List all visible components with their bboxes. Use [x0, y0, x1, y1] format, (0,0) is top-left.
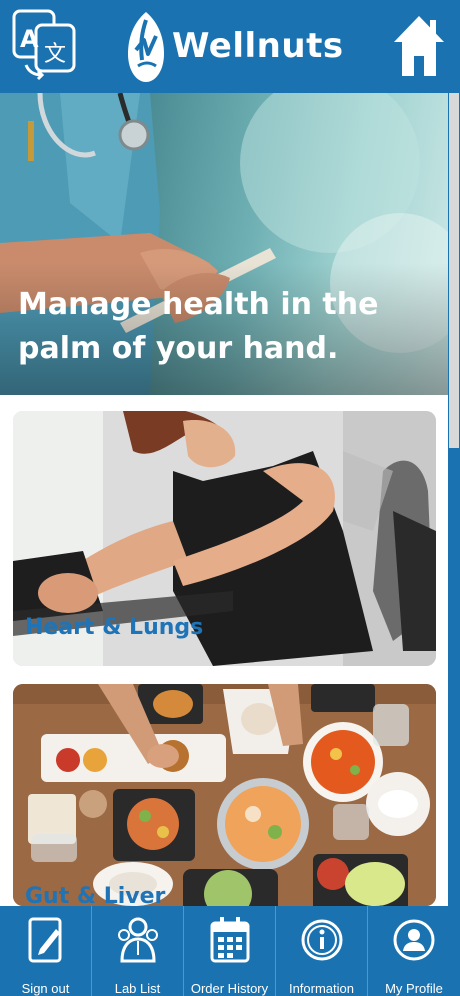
sign-out-icon — [28, 917, 61, 963]
nav-information[interactable]: Information — [276, 906, 368, 996]
scrollbar-thumb[interactable] — [449, 93, 459, 448]
brand-logo: Wellnuts — [126, 10, 343, 86]
card-title: Gut & Liver — [25, 884, 166, 906]
home-icon — [394, 16, 444, 76]
nav-label: My Profile — [385, 981, 443, 996]
food-table-image — [13, 684, 436, 906]
home-button[interactable] — [392, 12, 446, 78]
wellnuts-logo-icon — [128, 12, 164, 82]
nav-label: Order History — [190, 981, 269, 996]
svg-text:A: A — [20, 25, 39, 53]
nav-label: Information — [288, 981, 355, 996]
content-scroll-area[interactable]: Manage health in the palm of your hand. — [0, 93, 448, 906]
svg-text:文: 文 — [44, 42, 66, 67]
hero-headline: Manage health in the palm of your hand. — [18, 287, 379, 366]
lab-list-icon — [117, 917, 158, 963]
category-card-gut-liver[interactable]: Gut & Liver — [13, 684, 436, 906]
brand-name: Wellnuts — [172, 26, 344, 66]
bottom-navigation: Sign out Lab List Order History Informat… — [0, 906, 460, 996]
calendar-icon — [210, 917, 249, 963]
hero-banner: Manage health in the palm of your hand. — [0, 93, 448, 395]
category-card-heart-lungs[interactable]: Heart & Lungs — [13, 411, 436, 666]
nav-label: Lab List — [114, 981, 161, 996]
card-title: Heart & Lungs — [25, 615, 204, 640]
translate-icon: A 文 — [12, 9, 76, 81]
translate-button[interactable]: A 文 — [10, 7, 78, 85]
nav-lab-list[interactable]: Lab List — [92, 906, 184, 996]
nav-label: Sign out — [21, 981, 70, 996]
nav-order-history[interactable]: Order History — [184, 906, 276, 996]
nav-sign-out[interactable]: Sign out — [0, 906, 92, 996]
app-header: A 文 Wellnuts — [0, 0, 460, 93]
profile-icon — [393, 919, 435, 961]
nav-my-profile[interactable]: My Profile — [368, 906, 460, 996]
information-icon — [301, 919, 342, 961]
